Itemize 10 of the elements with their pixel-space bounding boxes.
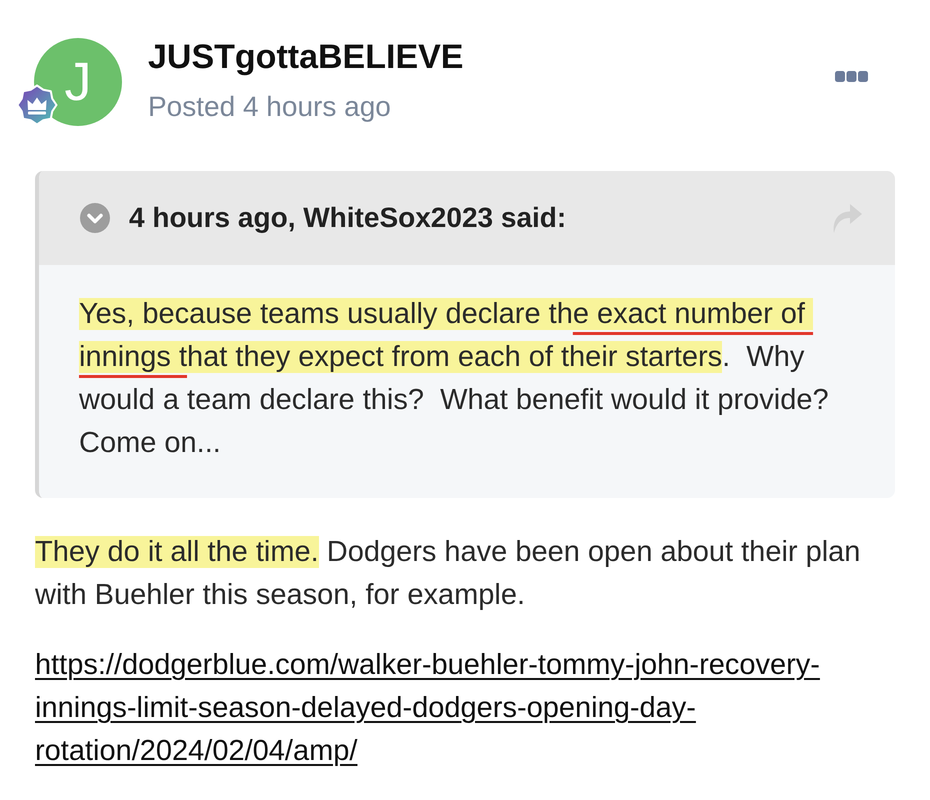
quote-text: Yes, because teams usually declare the exact number of innings that they expect from each of their starters. Why would a team declare this? What benefit would it provide? Come on... [79, 297, 830, 461]
crown-badge-icon [16, 84, 58, 126]
reply-text: They do it all the time. Dodgers have been open about their plan with Buehler this season, for example. [35, 535, 862, 613]
post-time: Posted 4 hours ago [148, 90, 392, 124]
quote-attribution: 4 hours ago, WhiteSox2023 said: [129, 201, 566, 235]
username-link[interactable]: JUSTgottaBELIEVE [148, 38, 464, 76]
chevron-down-circle-icon[interactable] [80, 203, 110, 233]
more-options-button[interactable] [835, 71, 868, 82]
url-link[interactable]: https://dodgerblue.com/walker-buehler-tommy-john-recovery-innings-limit-season-delayed-dodgers-opening-day-rotation/2024/02/04/amp/ [35, 644, 895, 773]
ellipsis-icon [835, 71, 868, 82]
